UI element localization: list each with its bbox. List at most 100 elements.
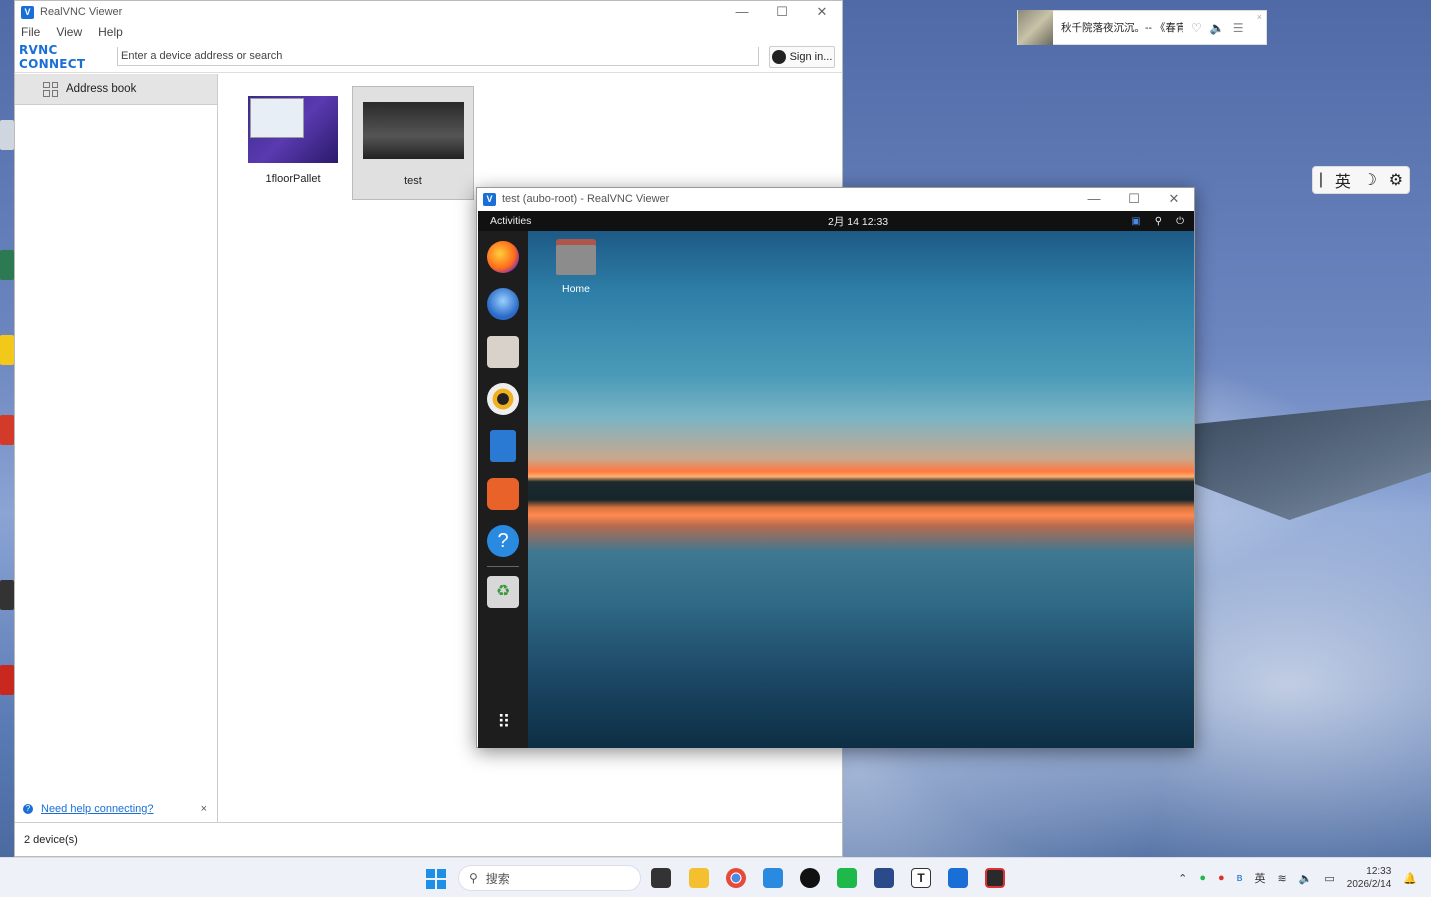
desktop-icons-column xyxy=(0,120,14,820)
ime-language-toggle[interactable]: 英 xyxy=(1335,168,1351,192)
sidebar-item-label: Address book xyxy=(66,83,137,95)
device-name: test xyxy=(404,175,422,187)
feishu-icon[interactable] xyxy=(763,868,783,888)
taskbar-search[interactable]: ⚲ 搜索 xyxy=(458,865,641,891)
grid-icon xyxy=(43,81,58,97)
device-tile-1floorpallet[interactable]: 1floorPallet xyxy=(232,86,354,200)
sidebar: Address book ? Need help connecting? × xyxy=(15,74,218,824)
start-button[interactable] xyxy=(426,869,446,889)
files-icon[interactable] xyxy=(487,336,519,368)
close-icon[interactable]: × xyxy=(201,803,207,815)
question-icon: ? xyxy=(23,804,33,814)
writer-icon[interactable] xyxy=(490,430,516,462)
menu-help[interactable]: Help xyxy=(98,25,123,39)
terminal-icon[interactable] xyxy=(874,868,894,888)
device-thumbnail xyxy=(248,96,338,163)
realvnc-taskbar-icon[interactable] xyxy=(948,868,968,888)
volume-icon[interactable]: 🔈 xyxy=(1210,21,1225,35)
minimize-button[interactable]: — xyxy=(722,1,762,23)
session-window-title: test (aubo-root) - RealVNC Viewer xyxy=(502,193,670,205)
thunderbird-icon[interactable] xyxy=(487,288,519,320)
volume-icon[interactable]: 🔈 xyxy=(1299,872,1313,885)
clock-date: 2026/2/14 xyxy=(1346,879,1392,890)
gnome-top-bar: Activities 2月 14 12:33 ▣ ⚲ ⏻ xyxy=(478,211,1194,231)
taskbar: ⚲ 搜索 T ⌃ ● ● ʙ 英 ≋ 🔈 ▭ 12:33 2026/2/14 🔔 xyxy=(0,857,1431,897)
device-name: 1floorPallet xyxy=(265,173,321,185)
ubuntu-dock: ? ♻ ⠿ xyxy=(478,231,528,748)
taskbar-clock[interactable]: 12:33 2026/2/14 xyxy=(1347,865,1392,891)
wechat-icon[interactable] xyxy=(837,868,857,888)
minimize-button[interactable]: — xyxy=(1074,188,1114,210)
bluetooth-icon[interactable]: ʙ xyxy=(1237,872,1243,884)
ime-indicator[interactable]: 英 xyxy=(1254,870,1265,886)
network-icon[interactable]: ⚲ xyxy=(1155,216,1162,227)
desktop-icon[interactable] xyxy=(0,120,14,150)
search-input[interactable]: Enter a device address or search xyxy=(117,47,759,66)
music-widget[interactable]: 秋千院落夜沉沉。-- 《春宵 ♡ 🔈 ☰ × xyxy=(1017,10,1267,45)
remote-desktop-view[interactable]: Activities 2月 14 12:33 ▣ ⚲ ⏻ ? ♻ ⠿ Home xyxy=(478,211,1194,748)
playlist-icon[interactable]: ☰ xyxy=(1233,21,1244,35)
maximize-button[interactable]: ☐ xyxy=(1114,188,1154,210)
file-explorer-icon[interactable] xyxy=(689,868,709,888)
wechat-tray-icon[interactable]: ● xyxy=(1199,872,1206,884)
home-folder-icon[interactable] xyxy=(556,239,596,275)
airplane-wing xyxy=(1195,400,1431,520)
realvnc-app-icon: V xyxy=(483,192,496,206)
remote-clock[interactable]: 2月 14 12:33 xyxy=(828,214,888,229)
ime-handle[interactable]: | xyxy=(1319,171,1323,189)
close-icon[interactable]: × xyxy=(1257,12,1262,22)
snip-tool-icon[interactable] xyxy=(985,868,1005,888)
desktop-icon[interactable] xyxy=(0,665,14,695)
device-count: 2 device(s) xyxy=(24,833,78,846)
window-title: RealVNC Viewer xyxy=(40,6,123,18)
activities-button[interactable]: Activities xyxy=(478,215,531,227)
app-tray-icon[interactable]: ● xyxy=(1218,872,1225,884)
menu-view[interactable]: View xyxy=(56,25,82,39)
system-tray: ⌃ ● ● ʙ 英 ≋ 🔈 ▭ 12:33 2026/2/14 🔔 xyxy=(1178,858,1417,897)
task-view-icon[interactable] xyxy=(651,868,671,888)
title-bar[interactable]: V RealVNC Viewer — ☐ ✕ xyxy=(15,1,842,23)
sidebar-item-address-book[interactable]: Address book xyxy=(15,74,217,105)
chevron-up-icon[interactable]: ⌃ xyxy=(1178,872,1187,885)
help-link[interactable]: Need help connecting? xyxy=(41,803,154,815)
firefox-icon[interactable] xyxy=(487,241,519,273)
vnc-indicator-icon[interactable]: ▣ xyxy=(1131,216,1140,227)
album-art xyxy=(1018,10,1053,45)
help-banner: ? Need help connecting? × xyxy=(15,798,217,820)
realvnc-app-icon: V xyxy=(21,5,34,19)
heart-icon[interactable]: ♡ xyxy=(1191,21,1202,35)
wifi-icon[interactable]: ≋ xyxy=(1277,872,1286,885)
power-icon[interactable]: ⏻ xyxy=(1176,216,1184,227)
trash-icon[interactable]: ♻ xyxy=(487,576,519,608)
home-folder-label[interactable]: Home xyxy=(546,283,606,295)
qq-icon[interactable] xyxy=(800,868,820,888)
typora-icon[interactable]: T xyxy=(911,868,931,888)
help-icon[interactable]: ? xyxy=(487,525,519,557)
menu-file[interactable]: File xyxy=(21,25,40,39)
sign-in-button[interactable]: Sign in... xyxy=(769,45,835,68)
maximize-button[interactable]: ☐ xyxy=(762,1,802,23)
close-button[interactable]: ✕ xyxy=(1154,188,1194,210)
session-title-bar[interactable]: V test (aubo-root) - RealVNC Viewer — ☐ … xyxy=(477,188,1194,210)
remote-wallpaper: Home xyxy=(528,231,1194,748)
rhythmbox-icon[interactable] xyxy=(487,383,519,415)
moon-icon[interactable]: ☽ xyxy=(1363,170,1377,190)
clock-time: 12:33 xyxy=(1366,866,1392,877)
search-icon: ⚲ xyxy=(469,871,478,885)
desktop-icon[interactable] xyxy=(0,415,14,445)
battery-icon[interactable]: ▭ xyxy=(1324,872,1334,885)
chrome-icon[interactable] xyxy=(726,868,746,888)
device-tile-test[interactable]: test xyxy=(352,86,474,200)
apps-grid-icon[interactable]: ⠿ xyxy=(487,706,519,738)
desktop-icon[interactable] xyxy=(0,335,14,365)
device-thumbnail xyxy=(362,102,464,159)
notification-icon[interactable]: 🔔 xyxy=(1403,872,1417,885)
close-button[interactable]: ✕ xyxy=(802,1,842,23)
desktop-icon[interactable] xyxy=(0,250,14,280)
sign-in-label: Sign in... xyxy=(789,50,833,63)
rvnc-connect-logo: RVNC CONNECT xyxy=(19,42,86,71)
software-icon[interactable] xyxy=(487,478,519,510)
desktop-icon[interactable] xyxy=(0,580,14,610)
gear-icon[interactable]: ⚙ xyxy=(1389,170,1403,190)
status-bar: 2 device(s) xyxy=(15,822,842,856)
